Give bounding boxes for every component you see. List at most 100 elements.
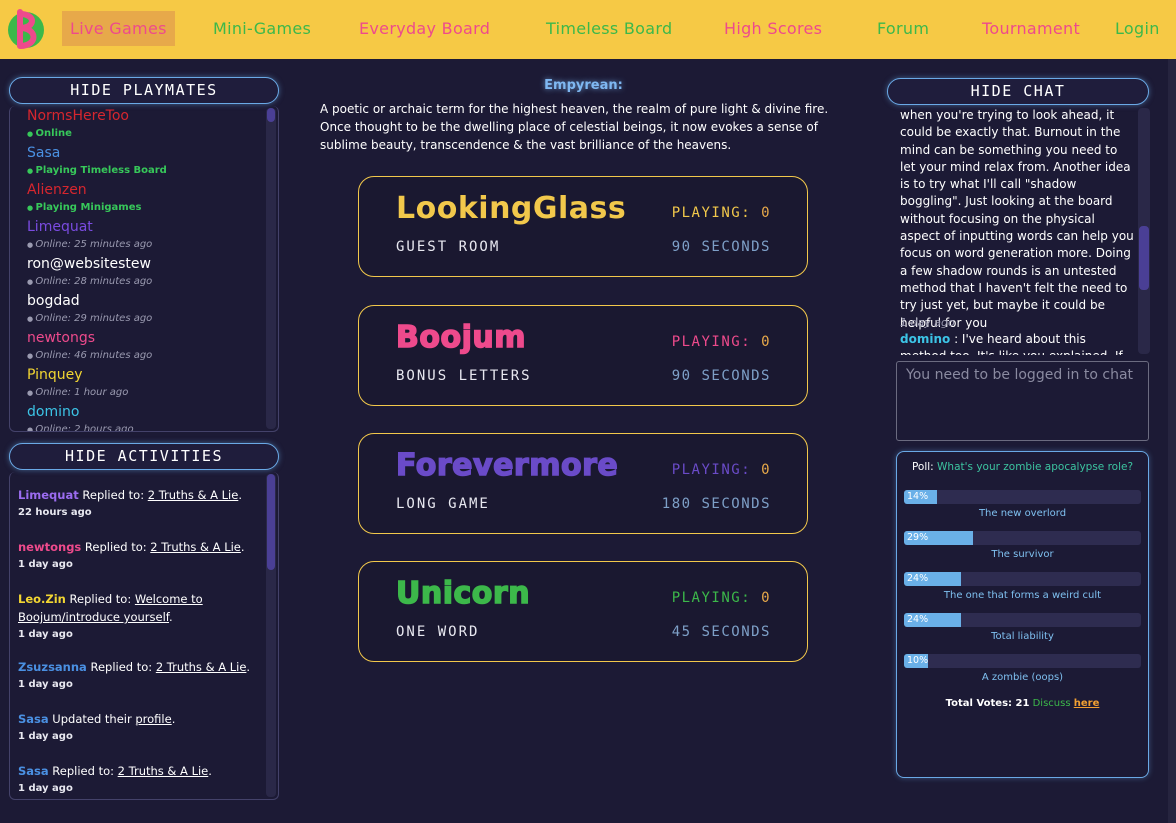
activities-scrollbar[interactable] bbox=[266, 474, 276, 797]
poll-discuss-label: Discuss bbox=[1029, 698, 1074, 709]
game-card-unicorn[interactable]: Unicorn PLAYING: 0 ONE WORD 45 SECONDS bbox=[358, 561, 808, 662]
playmate-name[interactable]: Sasa bbox=[27, 145, 60, 161]
poll-bar[interactable]: 24% bbox=[904, 613, 1141, 627]
playmate-status: ● Playing Timeless Board bbox=[27, 165, 167, 176]
nav-high-scores[interactable]: High Scores bbox=[724, 11, 822, 46]
poll-label: Poll: bbox=[911, 461, 938, 473]
game-duration: 45 SECONDS bbox=[671, 624, 771, 640]
status-dot-icon: ● bbox=[27, 167, 36, 175]
poll-option-label[interactable]: Total liability bbox=[897, 631, 1148, 642]
game-playing-count: 0 bbox=[761, 205, 771, 221]
playmate-status: ● Online: 2 hours ago bbox=[27, 424, 134, 431]
activity-target-link-cont[interactable]: Boojum/introduce yourself bbox=[18, 610, 169, 624]
game-card-boojum[interactable]: Boojum PLAYING: 0 BONUS LETTERS 90 SECONDS bbox=[358, 305, 808, 406]
activity-item: newtongs Replied to: 2 Truths & A Lie. 1 … bbox=[18, 538, 268, 574]
playmate-name[interactable]: Limequat bbox=[27, 219, 93, 235]
chat-username[interactable]: domino bbox=[900, 332, 950, 346]
game-mode: GUEST ROOM bbox=[396, 239, 501, 255]
game-card-forevermore[interactable]: Forevermore PLAYING: 0 LONG GAME 180 SECOND… bbox=[358, 433, 808, 534]
poll-option-label[interactable]: The new overlord bbox=[897, 508, 1148, 519]
hide-activities-button[interactable]: HIDE ACTIVITIES bbox=[9, 443, 279, 470]
activity-target-link[interactable]: Welcome to bbox=[135, 592, 203, 606]
activity-target-link[interactable]: 2 Truths & A Lie bbox=[148, 488, 239, 502]
game-mode: BONUS LETTERS bbox=[396, 368, 532, 384]
game-playing-label: PLAYING: bbox=[671, 205, 752, 221]
activity-end: . bbox=[238, 488, 242, 502]
game-name: Unicorn bbox=[395, 575, 531, 612]
nav-timeless-board[interactable]: Timeless Board bbox=[546, 11, 672, 46]
game-playing-count: 0 bbox=[761, 334, 771, 350]
playmate-name[interactable]: Pinquey bbox=[27, 367, 83, 383]
activity-user[interactable]: Zsuzsanna bbox=[18, 660, 87, 674]
activity-user[interactable]: Sasa bbox=[18, 712, 49, 726]
nav-tournament[interactable]: Tournament bbox=[982, 11, 1080, 46]
chat-message-next: domino : I've heard about this method to… bbox=[900, 331, 1136, 355]
activity-verb: Replied to: bbox=[48, 764, 118, 778]
boojum-logo-icon[interactable] bbox=[6, 6, 46, 52]
poll-bar[interactable]: 10% bbox=[904, 654, 1141, 668]
activity-target-link[interactable]: 2 Truths & A Lie bbox=[156, 660, 247, 674]
activity-target-link[interactable]: 2 Truths & A Lie bbox=[118, 764, 209, 778]
playmate-name[interactable]: NormsHereToo bbox=[27, 108, 129, 124]
status-dot-icon: ● bbox=[27, 130, 36, 138]
game-playing: PLAYING: 0 bbox=[672, 334, 771, 350]
playmate-name[interactable]: domino bbox=[27, 404, 79, 420]
chat-messages[interactable]: when you're trying to look ahead, it cou… bbox=[896, 106, 1154, 356]
activity-target-link[interactable]: 2 Truths & A Lie bbox=[150, 540, 241, 554]
playmate-status-text: Playing Timeless Board bbox=[35, 165, 167, 176]
game-name: Boojum bbox=[395, 319, 526, 356]
poll-percent: 29% bbox=[907, 532, 929, 543]
top-nav-bar: Live Games Mini-Games Everyday Board Timele… bbox=[0, 0, 1176, 59]
activity-time: 1 day ago bbox=[18, 783, 73, 794]
nav-live-games[interactable]: Live Games bbox=[62, 11, 175, 46]
hide-chat-button[interactable]: HIDE CHAT bbox=[887, 78, 1149, 105]
playmate-name[interactable]: newtongs bbox=[27, 330, 95, 346]
poll-discuss-link[interactable]: here bbox=[1074, 698, 1100, 709]
playmate-name[interactable]: bogdad bbox=[27, 293, 80, 309]
playmates-list[interactable]: NormsHereToo ● Online Sasa ● Playing Timele… bbox=[9, 106, 279, 432]
activity-time: 1 day ago bbox=[18, 679, 73, 690]
activity-time: 1 day ago bbox=[18, 629, 73, 640]
poll-question-text: What's your zombie apocalypse role? bbox=[937, 461, 1134, 473]
page-scrollbar[interactable] bbox=[1168, 59, 1176, 823]
poll-option-label[interactable]: A zombie (oops) bbox=[897, 672, 1148, 683]
activity-verb: Replied to: bbox=[81, 540, 151, 554]
playmate-status-text: Playing Minigames bbox=[35, 202, 142, 213]
nav-login[interactable]: Login bbox=[1115, 11, 1160, 46]
playmate-name[interactable]: ron@websitestew bbox=[27, 256, 151, 272]
activity-verb: Replied to: bbox=[65, 592, 135, 606]
playmate-status-text: Online: 46 minutes ago bbox=[35, 350, 153, 361]
poll-option-label[interactable]: The one that forms a weird cult bbox=[897, 590, 1148, 601]
playmates-scroll-thumb[interactable] bbox=[267, 108, 275, 122]
activity-user[interactable]: Leo.Zin bbox=[18, 592, 66, 606]
nav-forum[interactable]: Forum bbox=[877, 11, 929, 46]
nav-mini-games[interactable]: Mini-Games bbox=[213, 11, 311, 46]
activity-user[interactable]: newtongs bbox=[18, 540, 81, 554]
word-of-day-description: A poetic or archaic term for the highest… bbox=[320, 102, 829, 152]
activity-user[interactable]: Limequat bbox=[18, 488, 79, 502]
chat-scrollbar[interactable] bbox=[1138, 108, 1150, 354]
poll-bar[interactable]: 14% bbox=[904, 490, 1141, 504]
activity-target-link[interactable]: profile bbox=[135, 712, 171, 726]
activities-scroll-thumb[interactable] bbox=[267, 474, 275, 570]
nav-everyday-board[interactable]: Everyday Board bbox=[359, 11, 490, 46]
poll-bar[interactable]: 29% bbox=[904, 531, 1141, 545]
game-card-lookingglass[interactable]: LookingGlass PLAYING: 0 GUEST ROOM 90 SECON… bbox=[358, 176, 808, 277]
playmate-name[interactable]: Alienzen bbox=[27, 182, 87, 198]
game-playing-label: PLAYING: bbox=[671, 462, 752, 478]
activities-list[interactable]: Limequat Replied to: 2 Truths & A Lie. 22… bbox=[9, 472, 279, 800]
poll-total: Total Votes: 21 Discuss here bbox=[897, 698, 1148, 709]
playmate-status-text: Online: 28 minutes ago bbox=[35, 276, 153, 287]
hide-playmates-button[interactable]: HIDE PLAYMATES bbox=[9, 77, 279, 104]
game-playing-count: 0 bbox=[761, 462, 771, 478]
playmate-status: ● Online: 25 minutes ago bbox=[27, 239, 152, 250]
playmates-scrollbar[interactable] bbox=[266, 108, 276, 429]
chat-input[interactable]: You need to be logged in to chat bbox=[896, 361, 1149, 441]
playmate-status-text: Online bbox=[35, 128, 72, 139]
activity-user[interactable]: Sasa bbox=[18, 764, 49, 778]
playmate-status: ● Online: 46 minutes ago bbox=[27, 350, 152, 361]
poll-bar[interactable]: 24% bbox=[904, 572, 1141, 586]
poll-option-label[interactable]: The survivor bbox=[897, 549, 1148, 560]
activity-end: . bbox=[240, 540, 245, 554]
chat-scroll-thumb[interactable] bbox=[1139, 226, 1149, 290]
